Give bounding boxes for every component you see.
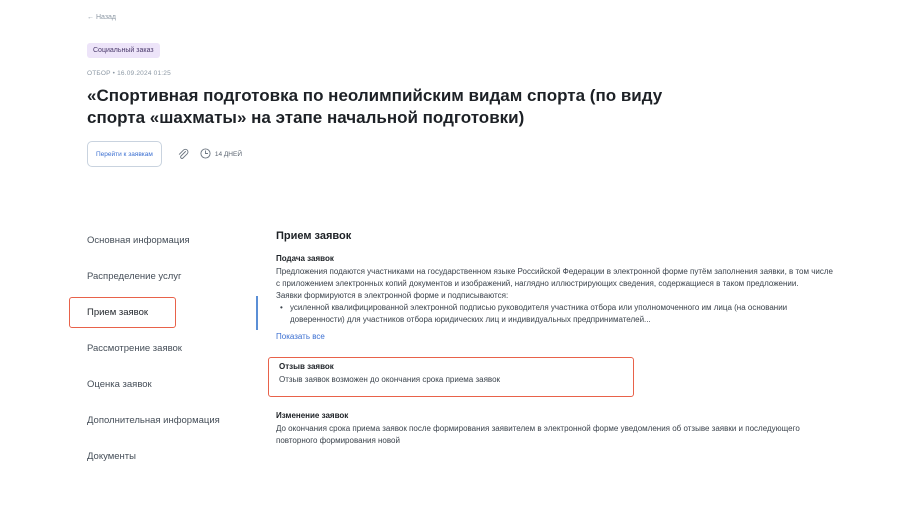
sidebar-item-label: Распределение услуг (87, 270, 182, 282)
sidebar-nav: Основная информация Распределение услуг … (67, 222, 262, 474)
sidebar-item-main-info[interactable]: Основная информация (67, 222, 262, 258)
sidebar-item-label: Основная информация (87, 234, 190, 246)
back-link[interactable]: ← Назад (87, 14, 116, 21)
change-text: До окончания срока приема заявок после ф… (276, 424, 800, 445)
badge-label: Социальный заказ (93, 47, 154, 54)
submission-title: Подача заявок (276, 254, 334, 263)
go-to-applications-label: Перейти к заявкам (96, 150, 153, 158)
show-all-link[interactable]: Показать все (276, 332, 325, 341)
submission-text: Предложения подаются участниками на госу… (276, 267, 833, 288)
sidebar-item-label: Рассмотрение заявок (87, 342, 182, 354)
list-item: • усиленной квалифицированной электронно… (276, 302, 836, 326)
selection-meta: ОТБОР • 16.09.2024 01:25 (87, 70, 171, 77)
main-content: Прием заявок Подача заявок Предложения п… (268, 230, 836, 447)
paperclip-icon[interactable] (176, 147, 190, 161)
sidebar-item-label: Документы (87, 450, 136, 462)
list-item-text: усиленной квалифицированной электронной … (290, 303, 788, 324)
sidebar-item-label: Оценка заявок (87, 378, 152, 390)
sidebar-item-additional-info[interactable]: Дополнительная информация (67, 402, 262, 438)
change-section: Изменение заявок До окончания срока прие… (276, 411, 836, 447)
category-badge: Социальный заказ (87, 43, 160, 58)
go-to-applications-button[interactable]: Перейти к заявкам (87, 141, 162, 167)
page-title: «Спортивная подготовка по неолимпийским … (87, 86, 663, 127)
sidebar-item-applications-intake[interactable]: Прием заявок (67, 294, 262, 330)
sidebar-item-documents[interactable]: Документы (67, 438, 262, 474)
active-indicator (256, 296, 258, 330)
change-title: Изменение заявок (276, 411, 349, 420)
highlight-frame (268, 357, 634, 397)
clock-icon (200, 147, 211, 161)
sidebar-item-label: Дополнительная информация (87, 414, 220, 426)
sidebar-item-services-distribution[interactable]: Распределение услуг (67, 258, 262, 294)
sidebar-item-applications-review[interactable]: Рассмотрение заявок (67, 330, 262, 366)
bullet-icon: • (280, 303, 283, 312)
days-left-label: 14 ДНЕЙ (214, 150, 242, 158)
back-link-label: ← Назад (87, 14, 117, 21)
submission-section: Подача заявок Предложения подаются участ… (276, 254, 836, 344)
deadline-indicator: 14 ДНЕЙ (200, 147, 242, 161)
sidebar-item-label: Прием заявок (87, 306, 149, 318)
section-heading: Прием заявок (276, 230, 352, 242)
submission-text-signing: Заявки формируются в электронной форме и… (276, 291, 509, 300)
sidebar-item-applications-evaluation[interactable]: Оценка заявок (67, 366, 262, 402)
header-actions: Перейти к заявкам 14 ДНЕЙ (87, 141, 242, 167)
withdrawal-section: Отзыв заявок Отзыв заявок возможен до ок… (268, 357, 634, 397)
